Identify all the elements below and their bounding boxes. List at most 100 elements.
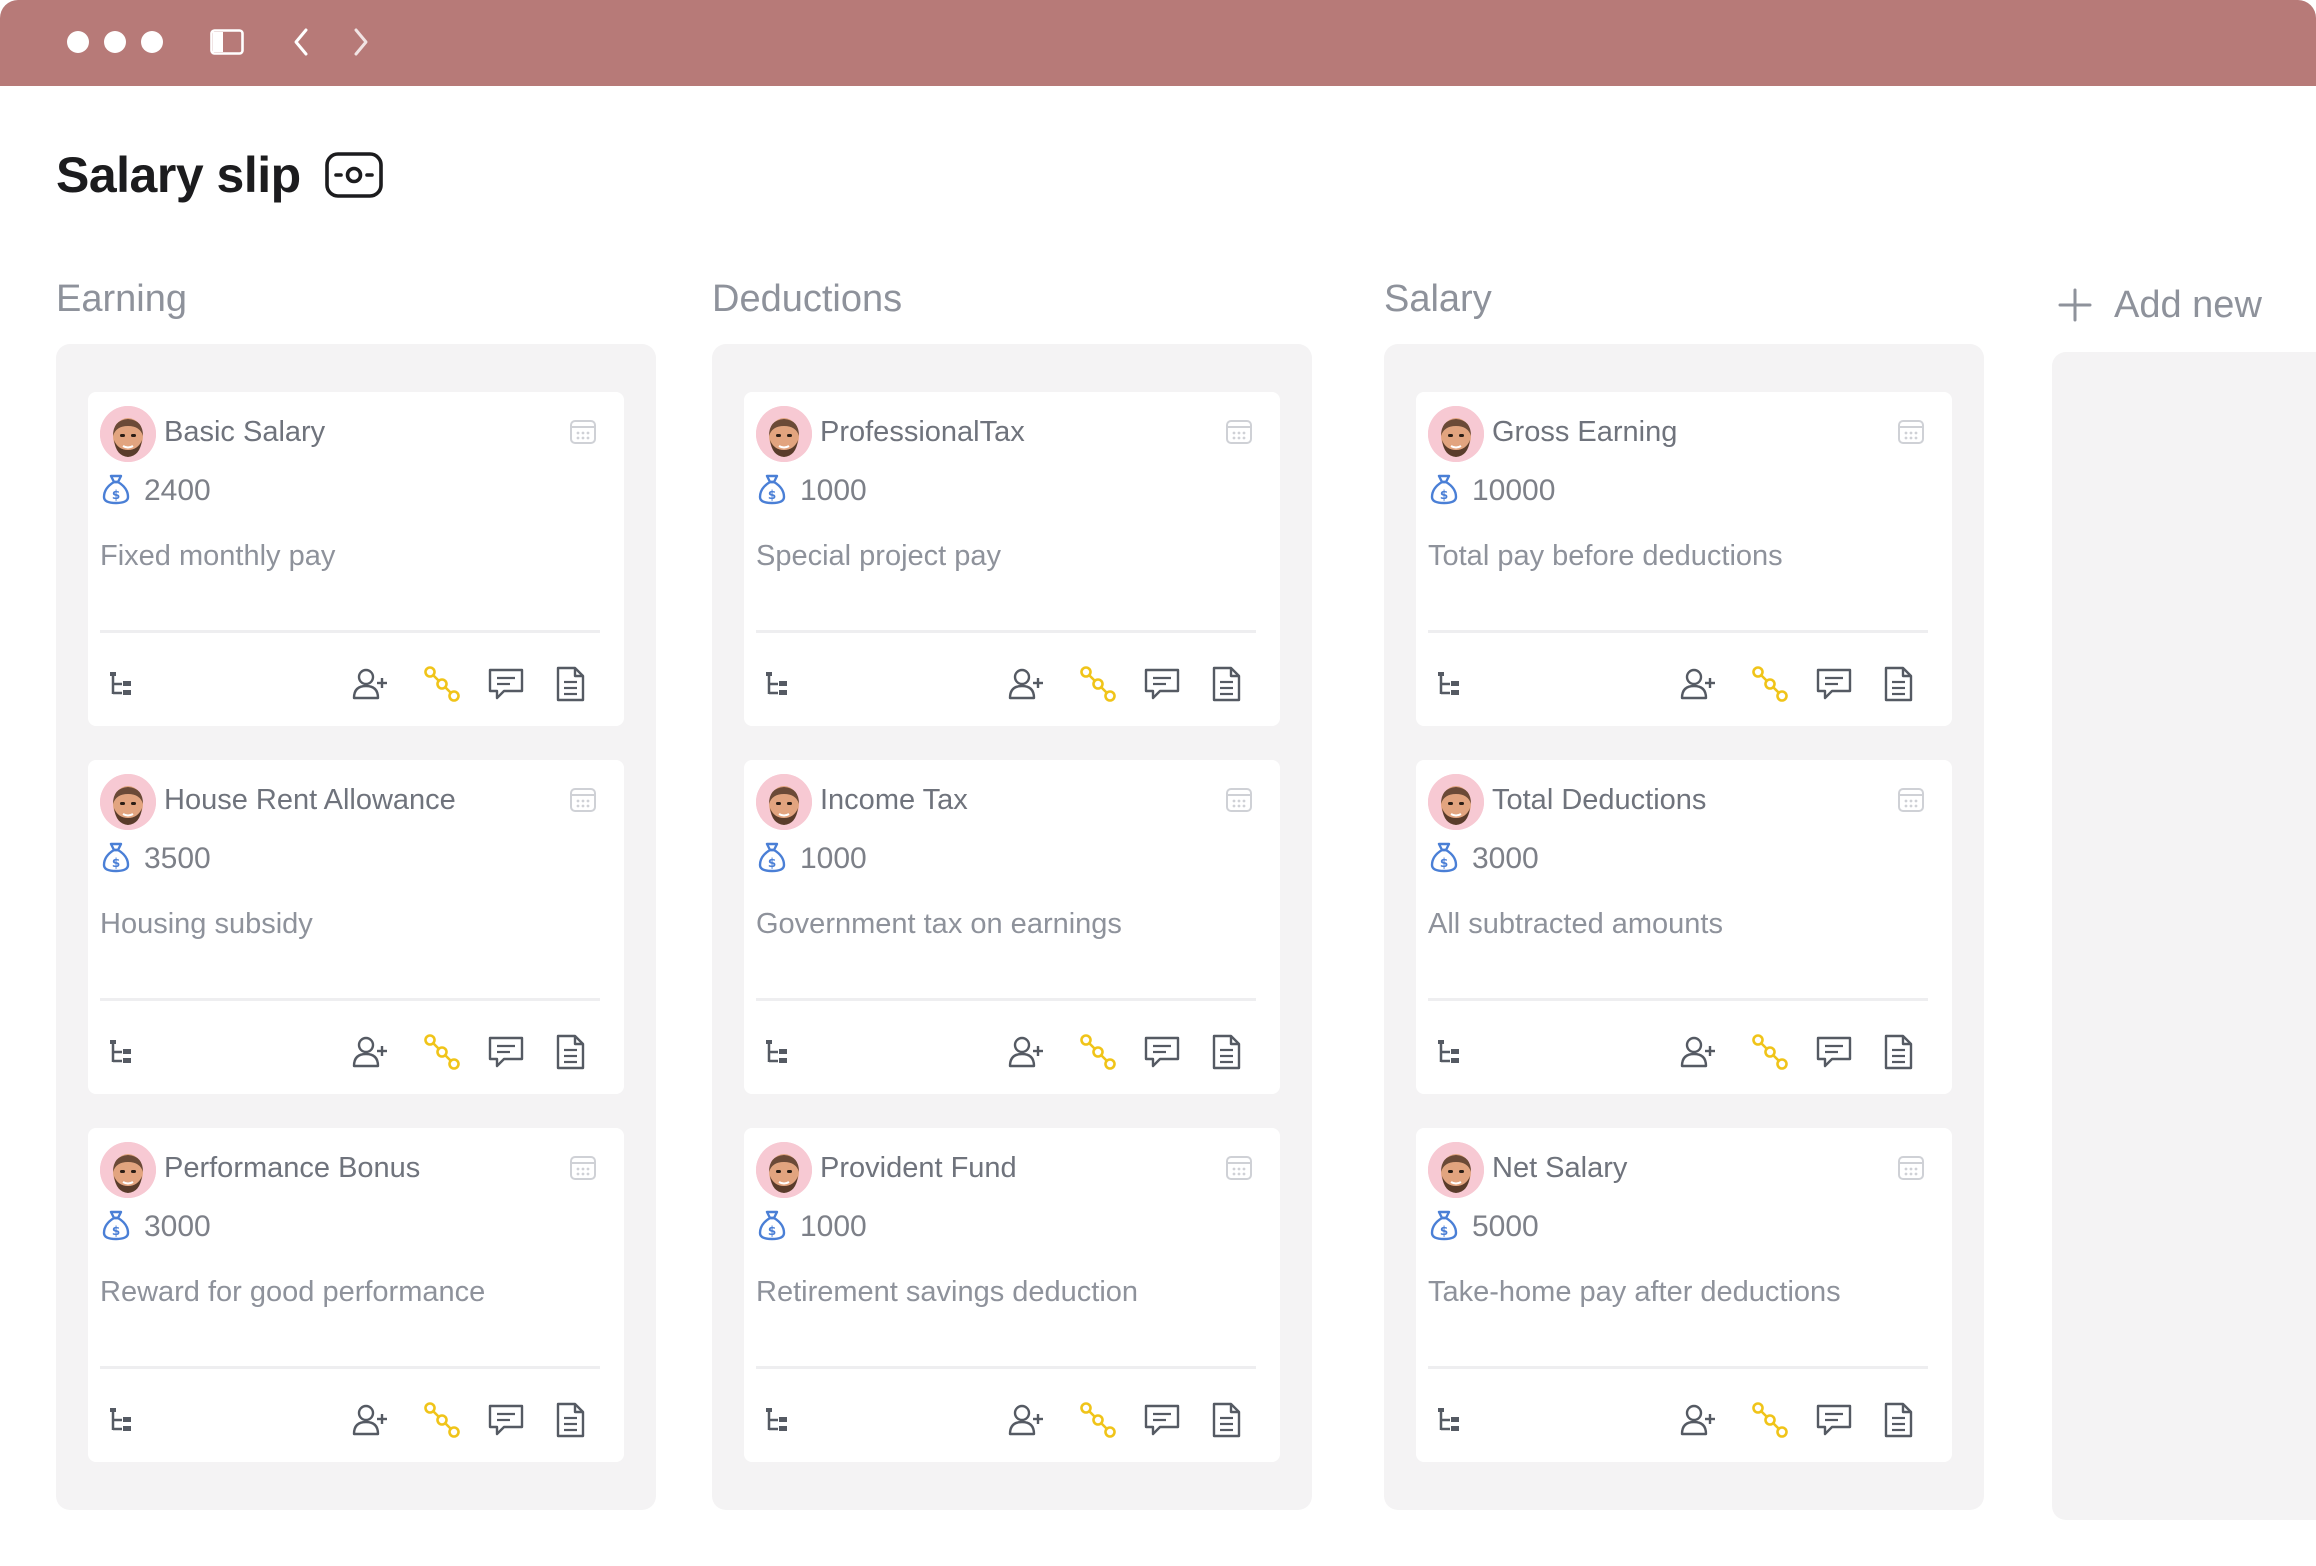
dependency-link-icon[interactable] (1750, 1400, 1790, 1440)
calendar-icon[interactable] (1224, 416, 1254, 446)
dependency-link-icon[interactable] (1078, 1032, 1118, 1072)
comment-icon[interactable] (1814, 1032, 1854, 1072)
subtask-tree-icon[interactable] (758, 1400, 798, 1440)
document-icon[interactable] (1878, 1032, 1918, 1072)
minimize-window-button[interactable] (104, 31, 126, 53)
calendar-icon[interactable] (1896, 416, 1926, 446)
sidebar-toggle-icon[interactable] (207, 22, 247, 62)
card-description: Reward for good performance (100, 1276, 486, 1308)
dependency-link-icon[interactable] (422, 1032, 462, 1072)
page-title: Salary slip (56, 147, 301, 203)
calendar-icon[interactable] (1896, 784, 1926, 814)
board-card-1-1[interactable]: Income Tax 1000 Government tax on earnin… (744, 760, 1280, 1094)
card-amount: 3000 (144, 1210, 211, 1243)
money-bag-icon (100, 1208, 132, 1242)
add-user-icon[interactable] (1006, 1400, 1046, 1440)
dependency-link-icon[interactable] (1750, 664, 1790, 704)
calendar-icon[interactable] (568, 1152, 598, 1182)
avatar[interactable] (1428, 774, 1484, 830)
card-divider (1428, 998, 1928, 1001)
subtask-tree-icon[interactable] (1430, 1032, 1470, 1072)
subtask-tree-icon[interactable] (102, 1032, 142, 1072)
board-card-1-2[interactable]: Provident Fund 1000 Retirement savings d… (744, 1128, 1280, 1462)
comment-icon[interactable] (1142, 1400, 1182, 1440)
card-amount: 1000 (800, 1210, 867, 1243)
card-title: ProfessionalTax (820, 416, 1025, 448)
add-user-icon[interactable] (1006, 1032, 1046, 1072)
document-icon[interactable] (550, 1400, 590, 1440)
add-user-icon[interactable] (1678, 664, 1718, 704)
subtask-tree-icon[interactable] (1430, 664, 1470, 704)
dependency-link-icon[interactable] (422, 664, 462, 704)
board-card-0-0[interactable]: Basic Salary 2400 Fixed monthly pay (88, 392, 624, 726)
comment-icon[interactable] (1814, 664, 1854, 704)
card-title: Income Tax (820, 784, 968, 816)
add-user-icon[interactable] (1678, 1032, 1718, 1072)
column-deductions: ProfessionalTax 1000 Special project pay… (712, 344, 1312, 1510)
document-icon[interactable] (550, 664, 590, 704)
add-user-icon[interactable] (350, 664, 390, 704)
card-description: Take-home pay after deductions (1428, 1276, 1841, 1308)
close-window-button[interactable] (67, 31, 89, 53)
board-card-0-1[interactable]: House Rent Allowance 3500 Housing subsid… (88, 760, 624, 1094)
add-new-column-button[interactable]: Add new (2058, 280, 2262, 330)
comment-icon[interactable] (486, 1400, 526, 1440)
comment-icon[interactable] (1142, 664, 1182, 704)
card-description: Fixed monthly pay (100, 540, 336, 572)
new-column-placeholder (2052, 352, 2316, 1520)
board-card-2-0[interactable]: Gross Earning 10000 Total pay before ded… (1416, 392, 1952, 726)
board-card-1-0[interactable]: ProfessionalTax 1000 Special project pay (744, 392, 1280, 726)
subtask-tree-icon[interactable] (102, 664, 142, 704)
calendar-icon[interactable] (568, 416, 598, 446)
card-divider (756, 998, 1256, 1001)
document-icon[interactable] (1206, 1400, 1246, 1440)
add-user-icon[interactable] (350, 1032, 390, 1072)
column-title-earning: Earning (56, 278, 187, 320)
add-user-icon[interactable] (350, 1400, 390, 1440)
comment-icon[interactable] (486, 664, 526, 704)
document-icon[interactable] (1206, 664, 1246, 704)
document-icon[interactable] (550, 1032, 590, 1072)
calendar-icon[interactable] (1896, 1152, 1926, 1182)
chevron-right-icon[interactable] (341, 22, 381, 62)
avatar[interactable] (756, 406, 812, 462)
comment-icon[interactable] (1814, 1400, 1854, 1440)
document-icon[interactable] (1878, 1400, 1918, 1440)
calendar-icon[interactable] (568, 784, 598, 814)
board-card-2-1[interactable]: Total Deductions 3000 All subtracted amo… (1416, 760, 1952, 1094)
calendar-icon[interactable] (1224, 784, 1254, 814)
calendar-icon[interactable] (1224, 1152, 1254, 1182)
board-card-2-2[interactable]: Net Salary 5000 Take-home pay after dedu… (1416, 1128, 1952, 1462)
board-card-0-2[interactable]: Performance Bonus 3000 Reward for good p… (88, 1128, 624, 1462)
zoom-window-button[interactable] (141, 31, 163, 53)
comment-icon[interactable] (486, 1032, 526, 1072)
avatar[interactable] (100, 406, 156, 462)
document-icon[interactable] (1206, 1032, 1246, 1072)
add-user-icon[interactable] (1678, 1400, 1718, 1440)
dependency-link-icon[interactable] (1750, 1032, 1790, 1072)
add-user-icon[interactable] (1006, 664, 1046, 704)
card-amount: 1000 (800, 842, 867, 875)
chevron-left-icon[interactable] (281, 22, 321, 62)
avatar[interactable] (756, 1142, 812, 1198)
subtask-tree-icon[interactable] (102, 1400, 142, 1440)
card-title: Net Salary (1492, 1152, 1628, 1184)
subtask-tree-icon[interactable] (1430, 1400, 1470, 1440)
card-title: Provident Fund (820, 1152, 1017, 1184)
dependency-link-icon[interactable] (1078, 664, 1118, 704)
avatar[interactable] (100, 1142, 156, 1198)
subtask-tree-icon[interactable] (758, 664, 798, 704)
window-titlebar (0, 0, 2316, 86)
avatar[interactable] (1428, 406, 1484, 462)
subtask-tree-icon[interactable] (758, 1032, 798, 1072)
document-icon[interactable] (1878, 664, 1918, 704)
card-title: House Rent Allowance (164, 784, 456, 816)
card-description: Total pay before deductions (1428, 540, 1783, 572)
avatar[interactable] (1428, 1142, 1484, 1198)
dependency-link-icon[interactable] (1078, 1400, 1118, 1440)
avatar[interactable] (100, 774, 156, 830)
dependency-link-icon[interactable] (422, 1400, 462, 1440)
card-divider (756, 1366, 1256, 1369)
comment-icon[interactable] (1142, 1032, 1182, 1072)
avatar[interactable] (756, 774, 812, 830)
